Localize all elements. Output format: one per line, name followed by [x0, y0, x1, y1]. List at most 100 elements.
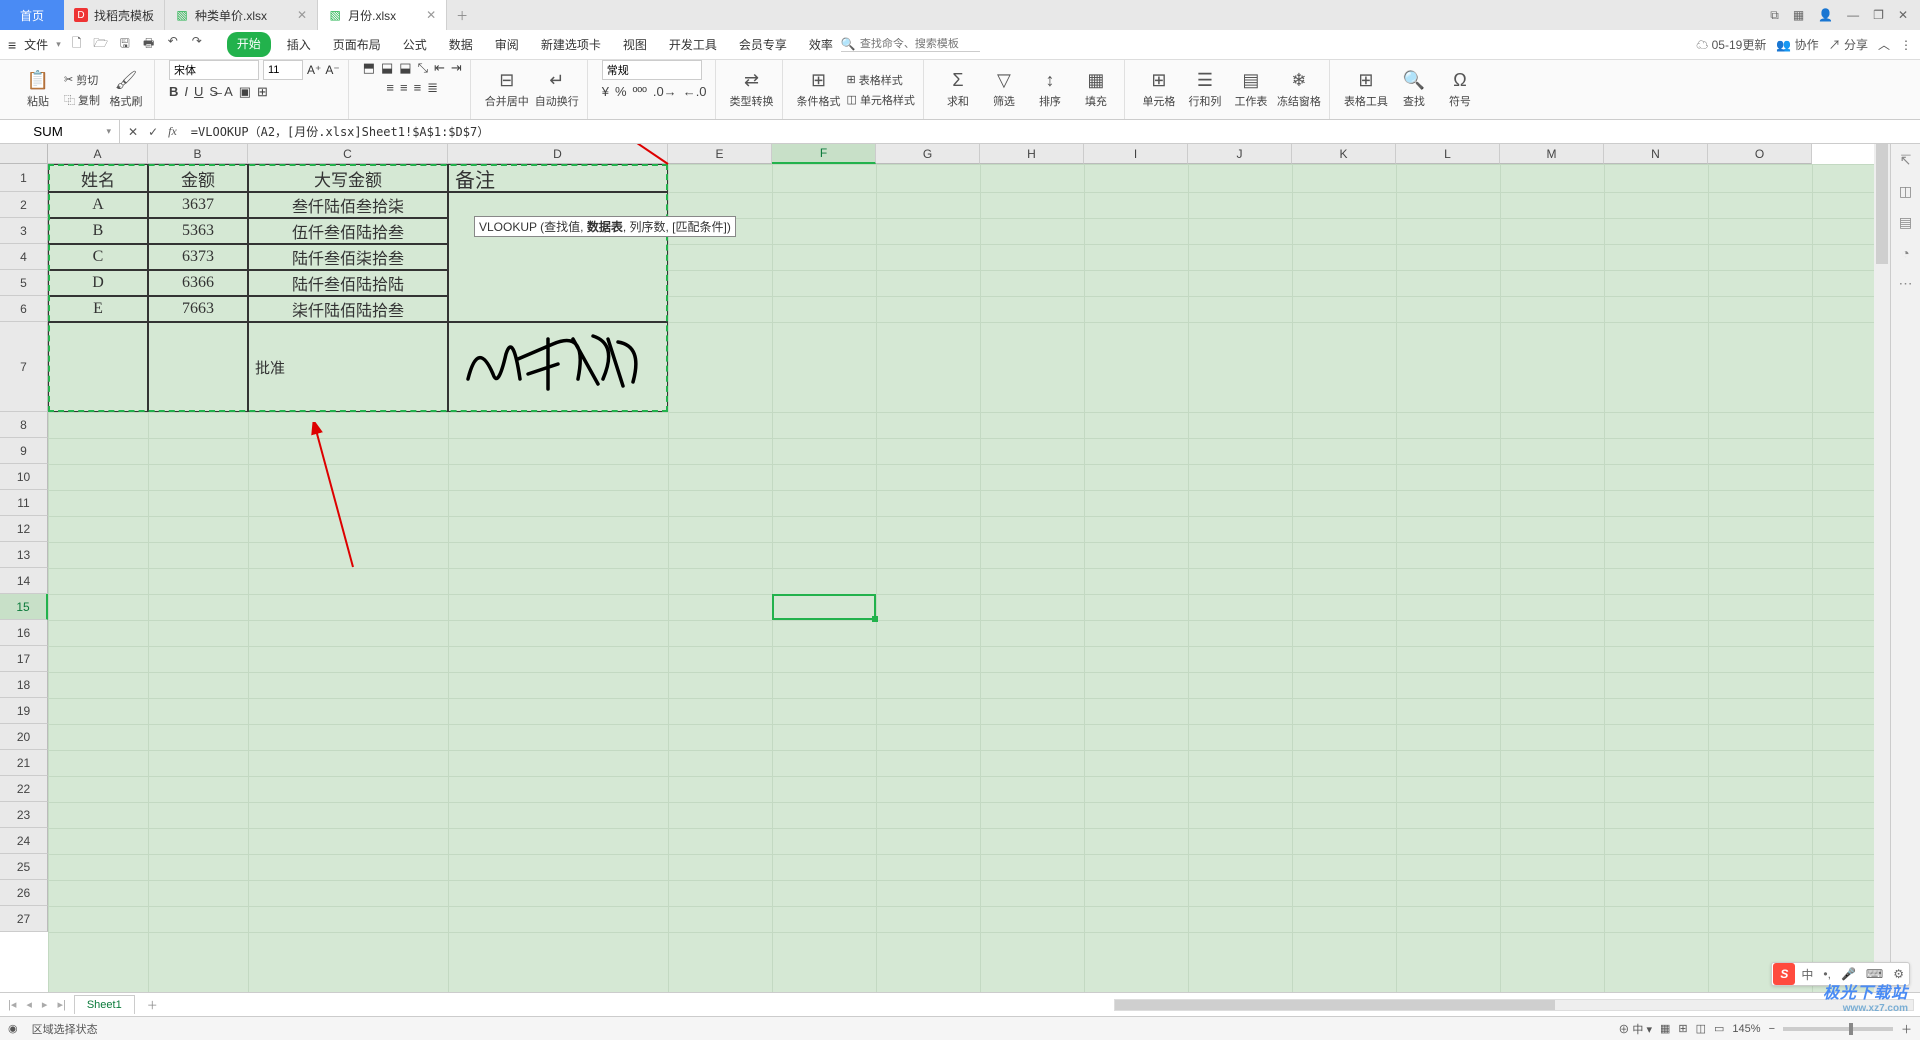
app-box-icon[interactable]: ⧉ — [1770, 8, 1779, 23]
cell[interactable] — [48, 322, 148, 412]
vertical-scrollbar[interactable] — [1874, 144, 1890, 992]
row-header-16[interactable]: 16 — [0, 620, 48, 646]
font-color-icon[interactable]: A — [224, 84, 233, 100]
tab-home[interactable]: 首页 — [0, 0, 64, 30]
zoom-slider[interactable] — [1783, 1027, 1893, 1031]
col-header-C[interactable]: C — [248, 144, 448, 164]
sum-button[interactable]: Σ求和 — [938, 70, 978, 109]
border-icon[interactable]: ⊞ — [257, 84, 268, 100]
sp-style-icon[interactable]: ◫ — [1899, 183, 1912, 200]
indent-dec-icon[interactable]: ⇤ — [434, 60, 445, 76]
command-search[interactable]: 🔍 — [841, 37, 980, 52]
row-header-4[interactable]: 4 — [0, 244, 48, 270]
ribbon-tab-view[interactable]: 视图 — [617, 32, 653, 57]
ribbon-tab-formula[interactable]: 公式 — [397, 32, 433, 57]
ime-lang[interactable]: 中 — [1796, 966, 1818, 983]
row-header-22[interactable]: 22 — [0, 776, 48, 802]
sheet-tab-1[interactable]: Sheet1 — [74, 995, 135, 1014]
ribbon-tab-start[interactable]: 开始 — [227, 32, 271, 57]
add-sheet-button[interactable]: ＋ — [141, 997, 164, 1013]
cell[interactable]: A — [48, 192, 148, 218]
sheet-nav-prev[interactable]: ◂ — [24, 998, 34, 1011]
new-icon[interactable]: 🗋 — [69, 34, 85, 55]
align-middle-icon[interactable]: ⬓ — [381, 60, 393, 76]
row-header-10[interactable]: 10 — [0, 464, 48, 490]
file-menu[interactable]: 文件 — [24, 36, 48, 53]
row-header-26[interactable]: 26 — [0, 880, 48, 906]
row-header-9[interactable]: 9 — [0, 438, 48, 464]
search-input[interactable] — [860, 38, 980, 50]
font-size-input[interactable] — [263, 60, 303, 80]
percent-icon[interactable]: % — [615, 84, 627, 99]
view-read-icon[interactable]: ▭ — [1714, 1022, 1724, 1035]
horizontal-scrollbar[interactable] — [1114, 999, 1914, 1011]
redo-icon[interactable]: ↷ — [189, 34, 205, 55]
cell[interactable]: 叁仟陆佰叁拾柒 — [248, 192, 448, 218]
cell[interactable]: 陆仟叁佰陆拾陆 — [248, 270, 448, 296]
comma-icon[interactable]: ººº — [633, 84, 647, 99]
align-center-icon[interactable]: ≡ — [400, 80, 408, 96]
spreadsheet-grid[interactable]: ABCDEFGHIJKLMNO 123456789101112131415161… — [0, 144, 1890, 992]
accept-formula-icon[interactable]: ✓ — [148, 125, 158, 139]
cell[interactable]: E — [48, 296, 148, 322]
row-header-15[interactable]: 15 — [0, 594, 48, 620]
col-header-N[interactable]: N — [1604, 144, 1708, 164]
row-header-19[interactable]: 19 — [0, 698, 48, 724]
share-button[interactable]: ↗ 分享 — [1829, 36, 1868, 53]
cell[interactable]: 5363 — [148, 218, 248, 244]
ribbon-tab-insert[interactable]: 插入 — [281, 32, 317, 57]
justify-icon[interactable]: ≣ — [427, 80, 438, 96]
tab-file2[interactable]: ▧ 月份.xlsx ✕ — [318, 0, 447, 30]
close-window-button[interactable]: ✕ — [1898, 8, 1908, 22]
cell-reference-input[interactable] — [8, 124, 88, 139]
fill-button[interactable]: ▦填充 — [1076, 70, 1116, 109]
view-page-icon[interactable]: ⊞ — [1678, 1022, 1687, 1035]
sp-chart-icon[interactable]: ◔ — [1901, 245, 1909, 261]
print-icon[interactable]: 🖶 — [141, 34, 157, 55]
row-header-12[interactable]: 12 — [0, 516, 48, 542]
row-header-8[interactable]: 8 — [0, 412, 48, 438]
cell[interactable] — [148, 322, 248, 412]
table-style-button[interactable]: ⊞ 表格样式 — [847, 72, 915, 88]
row-header-11[interactable]: 11 — [0, 490, 48, 516]
name-box[interactable]: ▾ — [0, 120, 120, 143]
bold-icon[interactable]: B — [169, 84, 178, 100]
align-top-icon[interactable]: ⬒ — [363, 60, 375, 76]
collab-button[interactable]: 👥 协作 — [1776, 36, 1818, 53]
ribbon-tab-layout[interactable]: 页面布局 — [327, 32, 387, 57]
cell[interactable]: 备注 — [448, 164, 668, 192]
align-bottom-icon[interactable]: ⬓ — [399, 60, 411, 76]
save-icon[interactable]: 🖫 — [117, 34, 133, 55]
cell[interactable]: B — [48, 218, 148, 244]
fx-icon[interactable]: fx — [168, 124, 177, 139]
col-header-O[interactable]: O — [1708, 144, 1812, 164]
inc-decimal-icon[interactable]: .0→ — [653, 84, 677, 99]
col-header-D[interactable]: D — [448, 144, 668, 164]
decrease-font-icon[interactable]: A⁻ — [325, 63, 339, 77]
zoom-in-icon[interactable]: ＋ — [1901, 1021, 1912, 1037]
cell[interactable]: 批准 — [248, 322, 448, 412]
col-header-L[interactable]: L — [1396, 144, 1500, 164]
cell[interactable]: 大写金额 — [248, 164, 448, 192]
cut-button[interactable]: ✂ 剪切 — [64, 72, 100, 88]
ribbon-tab-review[interactable]: 审阅 — [489, 32, 525, 57]
cell[interactable]: 3637 — [148, 192, 248, 218]
number-format-select[interactable] — [602, 60, 702, 80]
add-tab-button[interactable]: ＋ — [447, 0, 477, 30]
row-header-27[interactable]: 27 — [0, 906, 48, 932]
col-header-B[interactable]: B — [148, 144, 248, 164]
maximize-button[interactable]: ❐ — [1873, 8, 1884, 22]
row-header-5[interactable]: 5 — [0, 270, 48, 296]
sheet-nav-next[interactable]: ▸ — [40, 998, 50, 1011]
format-painter-button[interactable]: 🖌格式刷 — [106, 70, 146, 109]
strike-icon[interactable]: S̶ — [209, 84, 218, 100]
row-header-14[interactable]: 14 — [0, 568, 48, 594]
align-right-icon[interactable]: ≡ — [414, 80, 422, 96]
col-header-I[interactable]: I — [1084, 144, 1188, 164]
worksheet-button[interactable]: ▤工作表 — [1231, 70, 1271, 109]
tab-template[interactable]: D 找稻壳模板 — [64, 0, 165, 30]
sp-more-icon[interactable]: ⋯ — [1899, 275, 1913, 292]
merge-cells-button[interactable]: ⊟合并居中 — [485, 70, 529, 109]
italic-icon[interactable]: I — [184, 84, 188, 100]
row-header-24[interactable]: 24 — [0, 828, 48, 854]
